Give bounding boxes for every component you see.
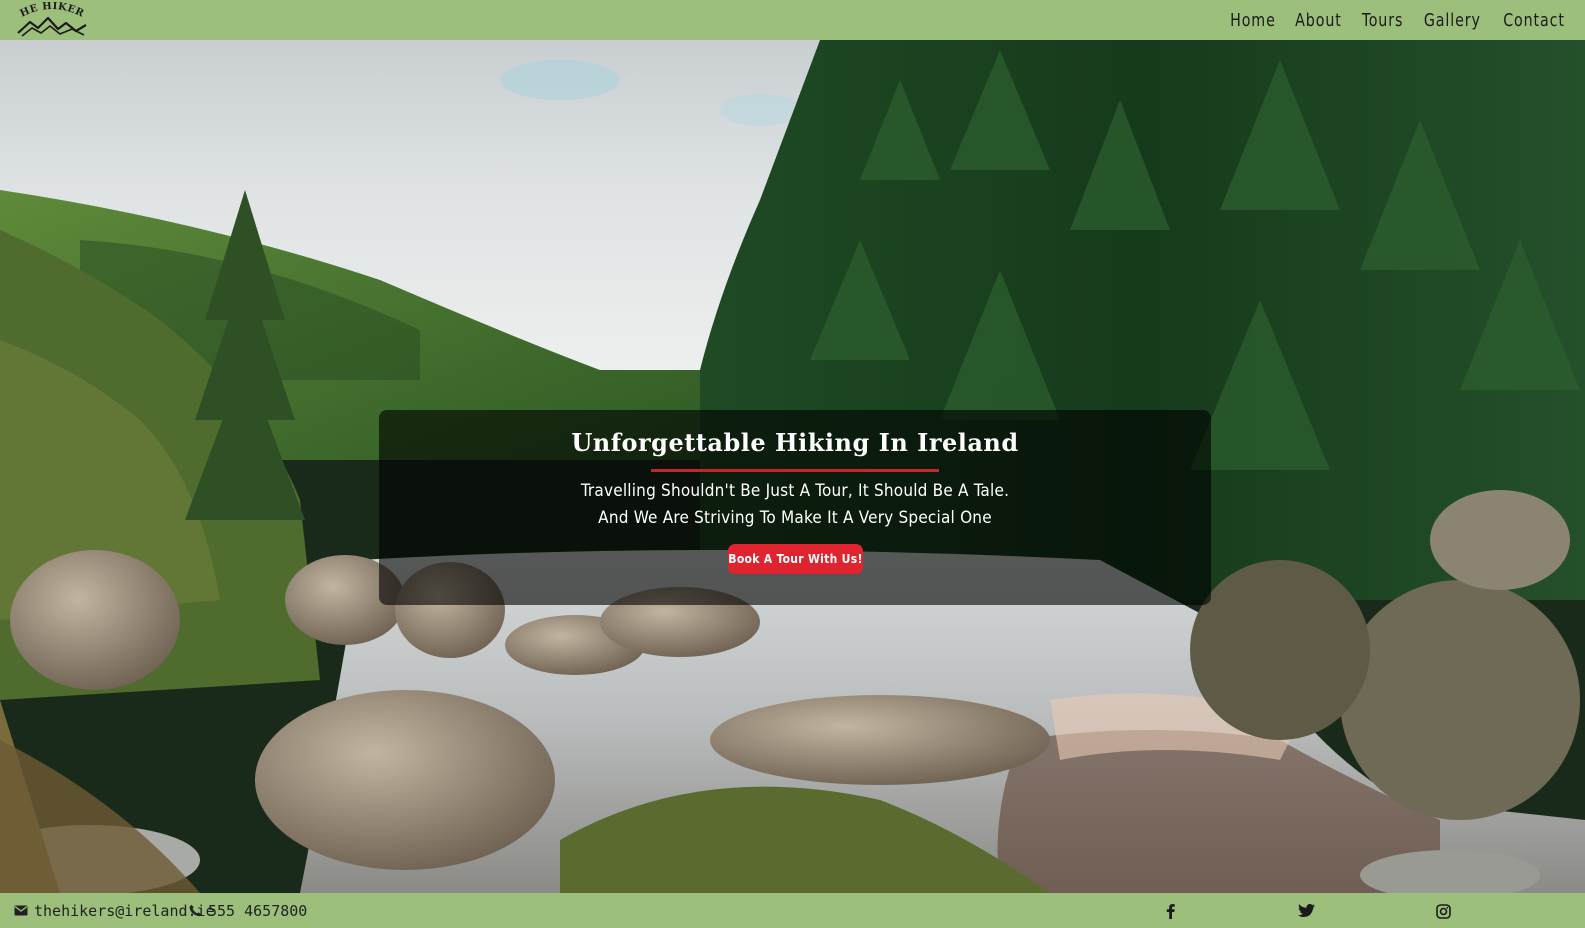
nav-link-about[interactable]: About (1294, 10, 1344, 31)
hero-section: Unforgettable Hiking In Ireland Travelli… (0, 40, 1585, 893)
hero-headline: Unforgettable Hiking In Ireland (571, 428, 1019, 457)
hero-overlay-card: Unforgettable Hiking In Ireland Travelli… (379, 410, 1211, 605)
nav-link-tours[interactable]: Tours (1360, 10, 1405, 31)
nav-link-contact[interactable]: Contact (1501, 10, 1566, 31)
hero-subtitle-line-1: Travelling Shouldn't Be Just A Tour, It … (580, 481, 1010, 501)
nav-link-gallery[interactable]: Gallery (1422, 10, 1482, 31)
hero-subtitle-line-2: And We Are Striving To Make It A Very Sp… (598, 508, 992, 528)
facebook-icon[interactable] (1159, 900, 1181, 922)
footer-email-text: thehikers@ireland.ie (34, 901, 215, 920)
twitter-icon[interactable] (1295, 900, 1317, 922)
envelope-icon (14, 905, 28, 916)
instagram-icon[interactable] (1432, 900, 1454, 922)
svg-text:THE HIKERS: THE HIKERS (14, 2, 86, 20)
headline-underline (651, 469, 939, 472)
footer-phone-text: 555 4657800 (208, 901, 308, 920)
hikers-logo[interactable]: THE HIKERS (14, 2, 90, 38)
nav-links: Home About Tours Gallery Contact (1225, 0, 1572, 40)
book-tour-button[interactable]: Book A Tour With Us! (728, 544, 863, 574)
phone-icon (189, 904, 202, 917)
footer-phone[interactable]: 555 4657800 (189, 893, 307, 928)
footer-email[interactable]: thehikers@ireland.ie (14, 893, 215, 928)
footer-bar: thehikers@ireland.ie 555 4657800 (0, 893, 1585, 928)
nav-link-home[interactable]: Home (1228, 10, 1277, 31)
top-navbar: THE HIKERS Home About Tours Gallery Cont… (0, 0, 1585, 40)
